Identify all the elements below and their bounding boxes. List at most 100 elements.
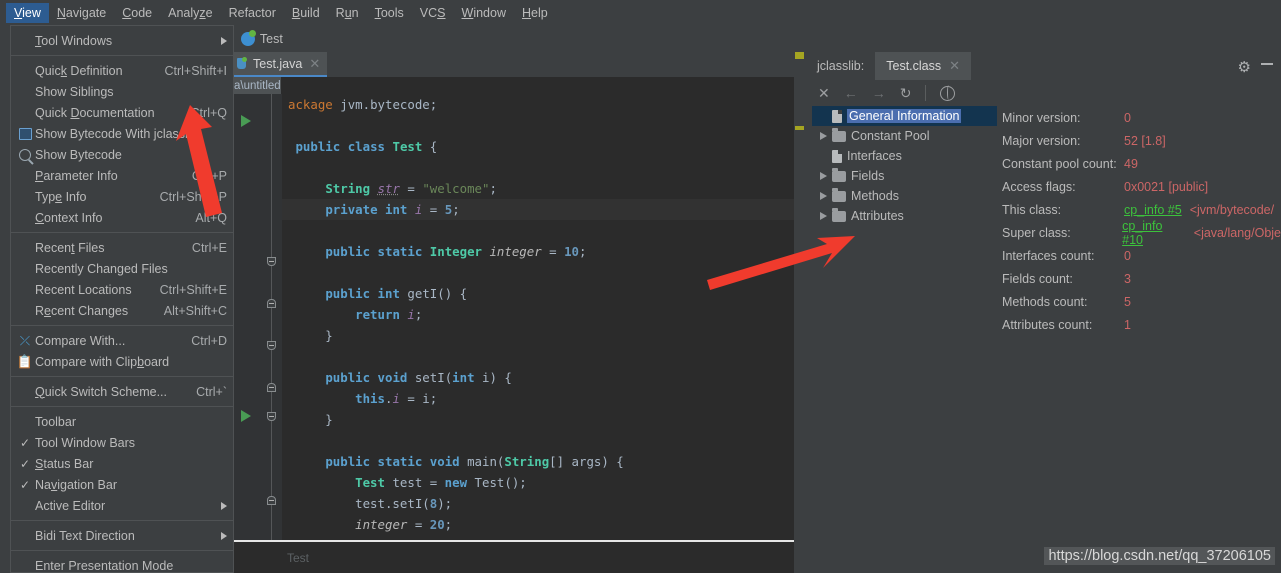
- detail-row: Access flags: 0x0021 [public]: [1002, 175, 1281, 198]
- fold-icon[interactable]: [267, 496, 276, 505]
- menu-item-tool-windows[interactable]: Tool Windows: [11, 30, 233, 51]
- menu-item-shortcut: Ctrl+D: [191, 333, 227, 348]
- menu-item-recent-locations[interactable]: Recent Locations Ctrl+Shift+E: [11, 279, 233, 300]
- tree-item-general-information[interactable]: General Information: [812, 106, 997, 126]
- chevron-right-icon[interactable]: [820, 172, 827, 180]
- menu-item-quick-switch-scheme[interactable]: Quick Switch Scheme... Ctrl+`: [11, 381, 233, 402]
- menu-item-show-bytecode[interactable]: Show Bytecode: [11, 144, 233, 165]
- detail-link[interactable]: cp_info #10: [1122, 219, 1186, 247]
- tree-item-constant-pool[interactable]: Constant Pool: [812, 126, 997, 146]
- menu-item-label: Type Info: [35, 189, 87, 204]
- detail-value: 3: [1124, 271, 1131, 286]
- back-icon[interactable]: ←: [844, 85, 858, 101]
- menu-item-compare-with-clipboard[interactable]: 📋 Compare with Clipboard: [11, 351, 233, 372]
- menubar-item-window[interactable]: Window: [454, 3, 514, 23]
- detail-row: Attributes count: 1: [1002, 313, 1281, 336]
- menubar-item-view[interactable]: View: [6, 3, 49, 23]
- breadcrumb-class[interactable]: Test: [260, 32, 283, 46]
- chevron-right-icon: [221, 36, 227, 45]
- fold-icon[interactable]: [267, 383, 276, 392]
- editor-gutter[interactable]: [231, 94, 282, 573]
- menubar-item-build[interactable]: Build: [284, 3, 328, 23]
- menubar-item-tools[interactable]: Tools: [367, 3, 412, 23]
- folder-icon: [832, 187, 846, 202]
- menu-item-context-info[interactable]: Context Info Alt+Q: [11, 207, 233, 228]
- chevron-right-icon: [221, 501, 227, 510]
- menu-item-compare-with[interactable]: ⤫ Compare With... Ctrl+D: [11, 330, 233, 351]
- close-icon[interactable]: ✕: [818, 85, 830, 102]
- close-icon[interactable]: ✕: [949, 58, 960, 74]
- menu-item-recently-changed-files[interactable]: Recently Changed Files: [11, 258, 233, 279]
- menu-item-bidi-text-direction[interactable]: Bidi Text Direction: [11, 525, 233, 546]
- menubar-item-help[interactable]: Help: [514, 3, 556, 23]
- menu-item-label: Status Bar: [35, 456, 94, 471]
- menu-item-quick-documentation[interactable]: Quick Documentation Ctrl+Q: [11, 102, 233, 123]
- menu-item-status-bar[interactable]: ✓ Status Bar: [11, 453, 233, 474]
- fold-icon[interactable]: [267, 299, 276, 308]
- gutter-run-class-icon[interactable]: [241, 115, 251, 127]
- detail-key: Fields count:: [1002, 271, 1073, 286]
- detail-value: 0x0021 [public]: [1124, 179, 1209, 194]
- jclasslib-tab-label: Test.class: [886, 59, 942, 73]
- fold-icon[interactable]: [267, 257, 276, 266]
- menu-item-type-info[interactable]: Type Info Ctrl+Shift+P: [11, 186, 233, 207]
- check-icon: ✓: [19, 456, 31, 471]
- menu-item-navigation-bar[interactable]: ✓ Navigation Bar: [11, 474, 233, 495]
- menu-separator: [11, 55, 233, 56]
- menu-item-enter-presentation-mode[interactable]: Enter Presentation Mode: [11, 555, 233, 573]
- menu-item-shortcut: Ctrl+E: [191, 240, 227, 255]
- chevron-right-icon[interactable]: [820, 132, 827, 140]
- fold-icon[interactable]: [267, 412, 276, 421]
- jclasslib-tab-test-class[interactable]: Test.class ✕: [875, 52, 972, 80]
- scrollbar-marker: [795, 126, 804, 130]
- detail-link[interactable]: cp_info #5: [1124, 203, 1182, 217]
- menu-separator: [11, 550, 233, 551]
- chevron-right-icon[interactable]: [820, 192, 827, 200]
- detail-value: 49: [1124, 156, 1138, 171]
- menu-item-parameter-info[interactable]: Parameter Info Ctrl+P: [11, 165, 233, 186]
- reload-icon[interactable]: ↻: [900, 85, 912, 102]
- menubar-item-code[interactable]: Code: [114, 3, 160, 23]
- menu-item-label: Show Bytecode With jclasslib: [35, 126, 198, 141]
- menu-item-tool-window-bars[interactable]: ✓ Tool Window Bars: [11, 432, 233, 453]
- code-text-area[interactable]: ackage jvm.bytecode; public class Test {…: [282, 94, 806, 573]
- folder-icon: [832, 167, 846, 182]
- fold-icon[interactable]: [267, 341, 276, 350]
- editor-status-label: Test: [287, 551, 310, 565]
- ide-window: View Navigate Code Analyze Refactor Buil…: [0, 0, 1281, 573]
- menu-item-label: Show Siblings: [35, 84, 114, 99]
- tree-item-methods[interactable]: Methods: [812, 186, 997, 206]
- menubar-item-navigate[interactable]: Navigate: [49, 3, 114, 23]
- chevron-right-icon[interactable]: [820, 212, 827, 220]
- menu-separator: [11, 376, 233, 377]
- source-code[interactable]: ackage jvm.bytecode; public class Test {…: [282, 94, 624, 573]
- menu-item-shortcut: Alt+Shift+C: [163, 303, 227, 318]
- gutter-run-main-icon[interactable]: [241, 410, 251, 422]
- menubar-item-vcs[interactable]: VCS: [412, 3, 454, 23]
- menu-item-show-siblings[interactable]: Show Siblings: [11, 81, 233, 102]
- tree-item-interfaces[interactable]: Interfaces: [812, 146, 997, 166]
- menu-item-quick-definition[interactable]: Quick Definition Ctrl+Shift+I: [11, 60, 233, 81]
- tree-item-attributes[interactable]: Attributes: [812, 206, 997, 226]
- menu-item-show-bytecode-with-jclasslib[interactable]: Show Bytecode With jclasslib: [11, 123, 233, 144]
- menubar-item-run[interactable]: Run: [328, 3, 367, 23]
- menu-item-recent-changes[interactable]: Recent Changes Alt+Shift+C: [11, 300, 233, 321]
- forward-icon[interactable]: →: [872, 85, 886, 101]
- menubar-item-analyze[interactable]: Analyze: [160, 3, 220, 23]
- close-icon[interactable]: ✕: [309, 56, 320, 72]
- editor-marker-scrollbar[interactable]: [794, 52, 806, 573]
- menu-item-shortcut: Ctrl+Shift+E: [159, 282, 227, 297]
- detail-row: Methods count: 5: [1002, 290, 1281, 313]
- menu-item-active-editor[interactable]: Active Editor: [11, 495, 233, 516]
- browse-icon[interactable]: [940, 85, 956, 101]
- detail-key: Super class:: [1002, 225, 1071, 240]
- menu-item-toolbar[interactable]: Toolbar: [11, 411, 233, 432]
- editor-tab-test-java[interactable]: Test.java ✕: [231, 52, 328, 77]
- editor-status-strip: Test: [231, 540, 806, 573]
- gear-icon[interactable]: ⚙: [1238, 58, 1251, 76]
- minimize-icon[interactable]: [1261, 63, 1273, 65]
- menu-item-recent-files[interactable]: Recent Files Ctrl+E: [11, 237, 233, 258]
- chevron-right-icon: [221, 531, 227, 540]
- menubar-item-refactor[interactable]: Refactor: [221, 3, 284, 23]
- tree-item-fields[interactable]: Fields: [812, 166, 997, 186]
